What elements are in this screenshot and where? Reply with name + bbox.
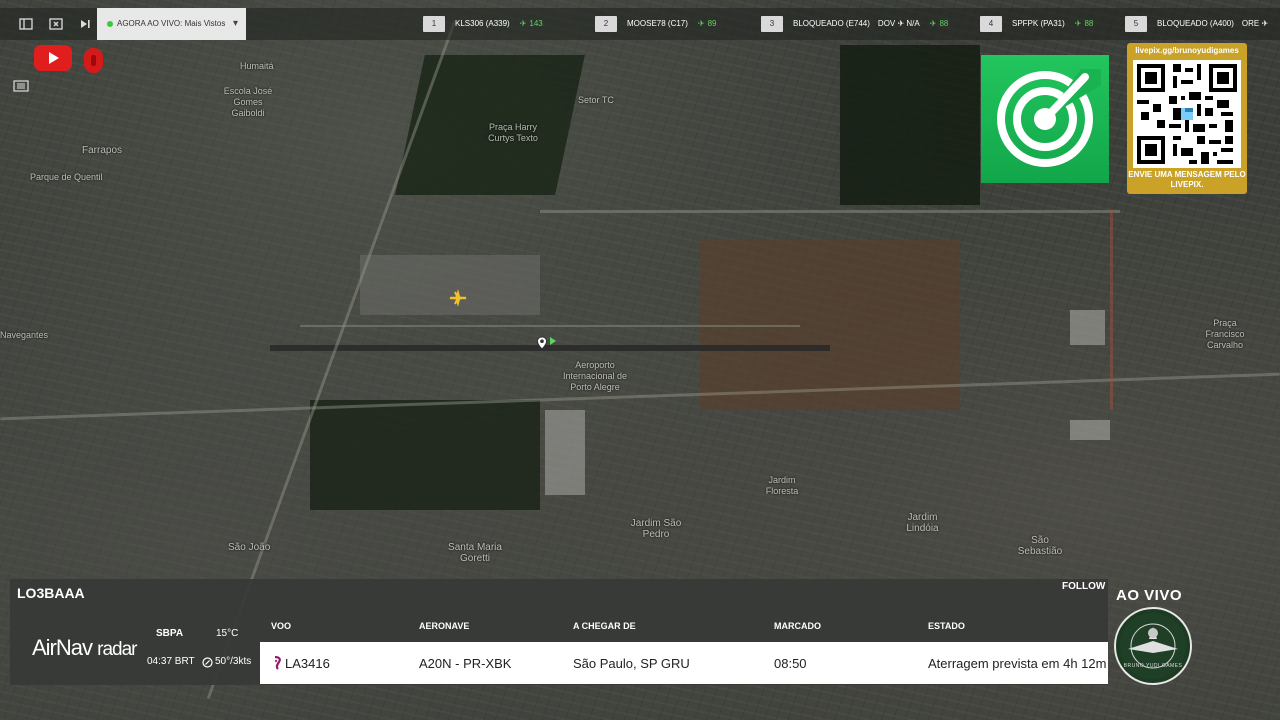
tab-number: 4	[980, 16, 1002, 32]
map-label: Farrapos	[82, 145, 123, 156]
tab-route: ORE ✈	[1241, 19, 1269, 28]
tab-flight: SPFPK (PA31)	[1012, 19, 1065, 28]
flight-row[interactable]: LA3416 A20N - PR-XBK São Paulo, SP GRU 0…	[260, 642, 1108, 684]
location-pin-icon[interactable]	[536, 336, 548, 350]
plane-count-icon: ✈	[929, 19, 937, 28]
map-label: Aeroporto Internacional de Porto Alegre	[562, 360, 628, 392]
tab-route: DOV ✈ N/A	[877, 19, 920, 28]
map-label: Parque de Quentil	[30, 172, 103, 182]
tab-count: 88	[1084, 19, 1094, 28]
dark-green-area	[840, 45, 980, 205]
qr-code-icon	[1133, 60, 1241, 168]
brand-main: AirNav	[32, 635, 93, 660]
close-panel-icon[interactable]	[49, 17, 63, 31]
plane-count-icon: ✈	[519, 19, 527, 28]
dropdown-label: AGORA AO VIVO: Mais Vistos	[117, 19, 226, 28]
channel-badge: BRUNO YUDI GAMES	[1114, 607, 1192, 685]
tab-count: 88	[939, 19, 949, 28]
tab-count: 143	[529, 19, 543, 28]
radar-logo-icon	[981, 55, 1109, 183]
col-header-origem: A CHEGAR DE	[573, 621, 636, 631]
cell-aeronave: A20N - PR-XBK	[419, 656, 512, 671]
tab-flight: BLOQUEADO (A400)	[1157, 19, 1234, 28]
warehouse	[545, 410, 585, 495]
livepix-url: livepix.gg/brunoyudigames	[1135, 46, 1239, 55]
map-label: Jardim São Pedro	[630, 518, 682, 540]
wind: 50°/3kts	[215, 656, 252, 667]
green-flag-icon	[549, 332, 557, 345]
sidebar-toggle-icon[interactable]	[19, 17, 33, 31]
col-header-aeronave: AERONAVE	[419, 621, 470, 631]
map-label: Setor TC	[578, 95, 614, 105]
chevron-down-icon: ▾	[232, 18, 238, 29]
follow-button[interactable]: FOLLOW	[1062, 581, 1105, 592]
most-viewed-tab[interactable]: 3 BLOQUEADO (E744) DOV ✈ N/A ✈ 88	[761, 16, 948, 32]
badge-text: BRUNO YUDI GAMES	[1123, 663, 1183, 669]
live-dot-icon	[107, 21, 113, 27]
plane-count-icon: ✈	[1074, 19, 1082, 28]
tab-flight: BLOQUEADO (E744)	[793, 19, 870, 28]
aircraft-icon[interactable]	[447, 287, 469, 309]
tab-flight: MOOSE78 (C17)	[627, 19, 688, 28]
youtube-subscribe-icon[interactable]	[84, 48, 103, 73]
airline-logo-icon	[273, 655, 283, 670]
most-viewed-tab[interactable]: 4 SPFPK (PA31) ✈ 88	[980, 16, 1093, 32]
road	[540, 210, 1120, 213]
tab-number: 5	[1125, 16, 1147, 32]
wind-icon	[202, 655, 213, 668]
map-label: São Sebastião	[1017, 535, 1063, 557]
map-label: Praça Francisco Carvalho	[1205, 318, 1245, 350]
airnav-logo: AirNav radar	[32, 635, 138, 661]
map-label: Escola José Gomes Gaiboldi	[223, 86, 273, 118]
warehouse	[1070, 310, 1105, 345]
brand-sub: radar	[97, 639, 137, 660]
map-label: Praça Harry Curtys Texto	[488, 122, 538, 143]
dark-green-area	[310, 400, 540, 510]
cell-marcado: 08:50	[774, 656, 807, 671]
cell-estado: Aterragem prevista em 4h 12m	[928, 656, 1107, 671]
live-view-dropdown[interactable]: AGORA AO VIVO: Mais Vistos ▾	[97, 8, 246, 40]
callsign-title: LO3BAAA	[17, 585, 85, 601]
cell-voo: LA3416	[285, 656, 330, 671]
cell-origem: São Paulo, SP GRU	[573, 656, 690, 671]
map-label: Santa Maria Goretti	[448, 542, 502, 564]
map-label: Navegantes	[0, 330, 49, 340]
live-label: AO VIVO	[1116, 587, 1183, 604]
livepix-caption: ENVIE UMA MENSAGEM PELO LIVEPIX.	[1128, 170, 1246, 189]
livepix-qr-card[interactable]: livepix.gg/brunoyudigames ENVIE UMA MENS…	[1127, 43, 1247, 194]
flight-info-panel: LO3BAAA FOLLOW AirNav radar SBPA 15°C 04…	[10, 579, 1108, 685]
map-label: Humaitá	[240, 61, 274, 71]
list-view-icon[interactable]	[12, 80, 30, 94]
tab-count: 89	[707, 19, 717, 28]
col-header-voo: VOO	[271, 621, 292, 631]
taxiway	[300, 325, 800, 327]
most-viewed-tab[interactable]: 2 MOOSE78 (C17) ✈ 89	[595, 16, 717, 32]
most-viewed-tab[interactable]: 5 BLOQUEADO (A400) ORE ✈	[1125, 16, 1268, 32]
col-header-marcado: MARCADO	[774, 621, 821, 631]
local-time: 04:37 BRT	[147, 656, 195, 667]
temperature: 15°C	[216, 628, 239, 639]
most-viewed-tab[interactable]: 1 KLS306 (A339) ✈ 143	[423, 16, 543, 32]
runway	[270, 345, 830, 351]
youtube-logo-icon[interactable]	[34, 45, 72, 71]
warehouse	[1070, 420, 1110, 440]
plane-count-icon: ✈	[697, 19, 705, 28]
map-label: Jardim Lindóia	[906, 512, 939, 534]
tab-number: 3	[761, 16, 783, 32]
tab-flight: KLS306 (A339)	[455, 19, 510, 28]
col-header-estado: ESTADO	[928, 621, 965, 631]
skip-next-icon[interactable]	[78, 17, 92, 31]
airport-code: SBPA	[156, 628, 184, 639]
map-label: Jardim Floresta	[765, 475, 799, 496]
tab-number: 2	[595, 16, 617, 32]
road	[1110, 210, 1113, 410]
map-label: São João	[228, 542, 271, 553]
road	[0, 372, 1280, 421]
tab-number: 1	[423, 16, 445, 32]
